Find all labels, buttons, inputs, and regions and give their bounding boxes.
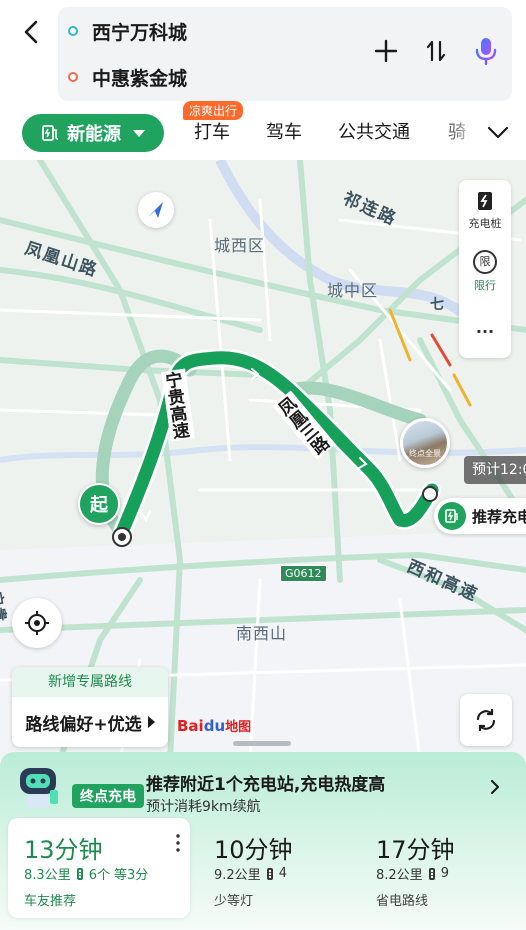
mode-transit[interactable]: 公共交通 bbox=[338, 118, 410, 144]
new-energy-label: 新能源 bbox=[67, 124, 121, 145]
refresh-icon bbox=[476, 708, 496, 732]
charger-tool-button[interactable]: 充电桩 bbox=[459, 190, 511, 231]
triangle-right-icon bbox=[147, 716, 155, 728]
route-meta: 9.2公里 4 bbox=[214, 864, 287, 883]
route-preference-label: 路线偏好+优选 bbox=[25, 714, 142, 735]
restriction-tool-button[interactable]: 限 限行 bbox=[459, 250, 511, 293]
highway-shield: G0612 bbox=[280, 565, 327, 582]
end-dot-icon bbox=[68, 72, 78, 82]
route-distance: 9.2公里 bbox=[214, 868, 261, 883]
restriction-icon: 限 bbox=[473, 250, 497, 274]
eta-bubble: 预计12:0 bbox=[464, 456, 526, 484]
more-modes-button[interactable] bbox=[484, 118, 512, 146]
plus-icon bbox=[374, 39, 398, 63]
route-option-3[interactable]: 17分钟 8.2公里 9 省电路线 bbox=[360, 818, 518, 918]
route-tag: 少等灯 bbox=[214, 894, 254, 909]
back-button[interactable] bbox=[14, 14, 50, 50]
destination-photo[interactable]: 终点全景 bbox=[400, 418, 450, 468]
traffic-light-icon bbox=[428, 867, 435, 880]
new-energy-button[interactable]: 新能源 bbox=[22, 114, 164, 152]
route-wait: 等3分 bbox=[113, 868, 149, 883]
mode-taxi[interactable]: 打车 bbox=[194, 118, 230, 144]
route-tag: 车友推荐 bbox=[24, 894, 77, 909]
start-marker: 起 bbox=[78, 483, 120, 525]
route-lights: 4 bbox=[278, 866, 287, 881]
charging-range-info: 预计消耗9km续航 bbox=[146, 799, 261, 815]
route-distance: 8.2公里 bbox=[376, 868, 423, 883]
traffic-light-icon bbox=[266, 867, 273, 880]
mode-drive[interactable]: 驾车 bbox=[266, 118, 302, 144]
route-option-2[interactable]: 10分钟 9.2公里 4 少等灯 bbox=[198, 818, 358, 918]
road-label-partial-right: 七 bbox=[430, 297, 446, 313]
charging-recommend-title: 推荐附近1个充电站,充电热度高 bbox=[146, 775, 386, 795]
microphone-icon bbox=[475, 38, 497, 66]
more-options-icon[interactable] bbox=[176, 834, 180, 852]
charger-pill-label: 推荐充电 bbox=[472, 507, 526, 526]
charger-tool-label: 充电桩 bbox=[468, 217, 502, 230]
start-location-field[interactable]: 西宁万科城 bbox=[68, 9, 187, 53]
route-time: 17分钟 bbox=[376, 836, 455, 864]
destination-charging-tag: 终点充电 bbox=[72, 784, 144, 808]
navigation-arrow-icon bbox=[148, 202, 163, 218]
crosshair-icon bbox=[25, 611, 49, 635]
route-meta: 8.3公里 6个 等3分 bbox=[24, 864, 148, 883]
destination-photo-label: 终点全景 bbox=[409, 449, 441, 458]
compass-button[interactable] bbox=[138, 192, 174, 228]
map-side-tools: 充电桩 限 限行 ··· bbox=[459, 180, 511, 358]
more-tools-button[interactable]: ··· bbox=[459, 322, 511, 341]
travel-mode-bar: 新能源 凉爽出行 打车 驾车 公共交通 骑 bbox=[0, 101, 526, 156]
route-actions bbox=[370, 35, 502, 67]
charger-icon bbox=[478, 192, 492, 210]
route-options: 13分钟 8.3公里 6个 等3分 车友推荐 10分钟 9.2公里 4 少等灯 … bbox=[8, 818, 518, 930]
locate-me-button[interactable] bbox=[12, 598, 62, 648]
district-label-nanxishan: 南西山 bbox=[236, 624, 288, 643]
map-view[interactable]: 城西区 城中区 南西山 凤凰山路 祁连路 西和高速 宁贵 七 宁贵高速 凤凰三路… bbox=[0, 160, 526, 760]
baidu-map-logo: Baidu地图 bbox=[177, 717, 252, 735]
route-preference-card[interactable]: 新增专属路线 路线偏好+优选 bbox=[12, 667, 168, 747]
route-tag: 省电路线 bbox=[376, 894, 429, 909]
voice-input-button[interactable] bbox=[470, 35, 502, 67]
new-route-notice: 新增专属路线 bbox=[12, 667, 168, 697]
route-lights: 6个 bbox=[88, 868, 110, 883]
caret-down-icon bbox=[133, 129, 145, 137]
traffic-light-icon bbox=[76, 867, 83, 880]
refresh-route-button[interactable] bbox=[460, 694, 512, 746]
route-input-box: 西宁万科城 中惠紫金城 bbox=[58, 7, 512, 101]
route-time: 13分钟 bbox=[24, 836, 103, 864]
recommended-charger-button[interactable]: 推荐充电 bbox=[434, 498, 526, 534]
charging-plug-icon bbox=[42, 125, 59, 141]
district-label-chengxi: 城西区 bbox=[214, 236, 266, 255]
route-distance: 8.3公里 bbox=[24, 868, 71, 883]
add-waypoint-button[interactable] bbox=[370, 35, 402, 67]
route-lights: 9 bbox=[440, 866, 449, 881]
restriction-tool-label: 限行 bbox=[474, 279, 496, 292]
charger-pill-icon bbox=[438, 502, 466, 530]
route-time: 10分钟 bbox=[214, 836, 293, 864]
start-location-text: 西宁万科城 bbox=[92, 21, 188, 44]
chevron-down-icon bbox=[487, 126, 509, 139]
route-bottom-sheet: 终点充电 推荐附近1个充电站,充电热度高 预计消耗9km续航 13分钟 8.3公… bbox=[0, 752, 526, 930]
end-location-text: 中惠紫金城 bbox=[92, 67, 188, 90]
route-preference-button[interactable]: 路线偏好+优选 bbox=[12, 697, 168, 747]
chevron-left-icon bbox=[24, 20, 38, 44]
route-option-1[interactable]: 13分钟 8.3公里 6个 等3分 车友推荐 bbox=[8, 818, 190, 918]
robot-mascot-icon bbox=[20, 768, 58, 808]
chevron-right-icon bbox=[491, 780, 499, 794]
route-meta: 8.2公里 9 bbox=[376, 864, 449, 883]
destination-charging-banner[interactable]: 终点充电 推荐附近1个充电站,充电热度高 预计消耗9km续航 bbox=[12, 758, 516, 816]
swap-icon bbox=[426, 40, 446, 62]
route-header: 西宁万科城 中惠紫金城 新能源 凉爽出行 打车 驾车 公共交通 bbox=[0, 0, 526, 160]
end-location-field[interactable]: 中惠紫金城 bbox=[68, 55, 187, 99]
sheet-drag-handle[interactable] bbox=[233, 741, 291, 746]
district-label-chengzhong: 城中区 bbox=[327, 281, 379, 300]
swap-route-button[interactable] bbox=[420, 35, 452, 67]
mode-fade bbox=[440, 108, 490, 152]
start-dot-icon bbox=[68, 26, 78, 36]
